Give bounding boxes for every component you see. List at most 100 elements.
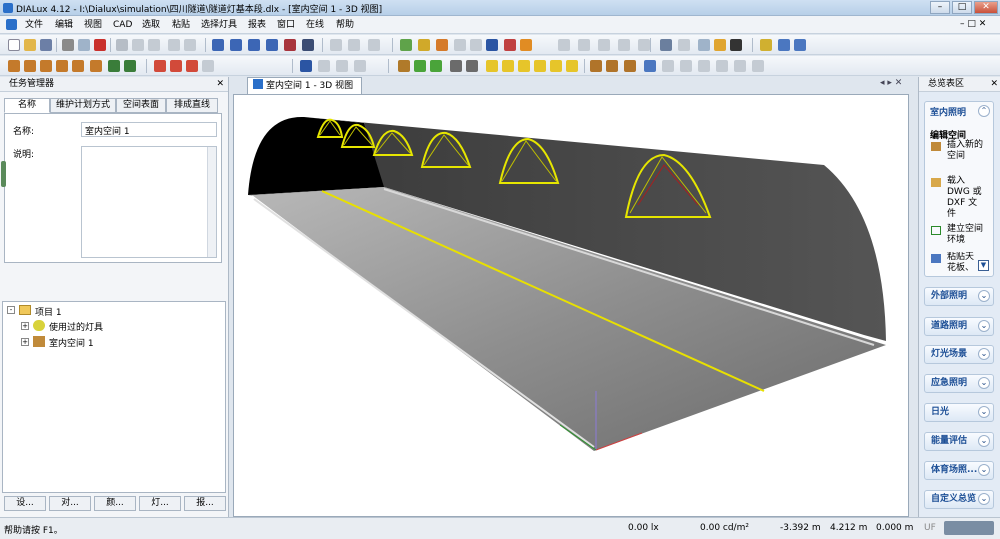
tab-surfaces[interactable]: 空间表面 bbox=[116, 98, 166, 113]
door-icon[interactable] bbox=[466, 60, 478, 72]
tree-icon[interactable] bbox=[430, 60, 442, 72]
menu-report[interactable]: 报表 bbox=[248, 18, 266, 32]
expand-chevron-icon[interactable]: ⌄ bbox=[978, 464, 990, 476]
measure-icon[interactable] bbox=[368, 39, 380, 51]
menu-cad[interactable]: CAD bbox=[113, 18, 132, 32]
overview-close-icon[interactable]: ✕ bbox=[990, 79, 998, 89]
mdi-controls[interactable]: – □ ✕ bbox=[960, 19, 996, 31]
stop-icon[interactable] bbox=[504, 39, 516, 51]
rotate-icon[interactable] bbox=[108, 60, 120, 72]
panel-close-icon[interactable]: ✕ bbox=[216, 79, 224, 89]
false-color-icon[interactable] bbox=[436, 39, 448, 51]
expand-chevron-icon[interactable]: ⌄ bbox=[978, 493, 990, 505]
tab-objects[interactable]: 对... bbox=[49, 496, 91, 511]
save-icon[interactable] bbox=[40, 39, 52, 51]
pdf-icon[interactable] bbox=[94, 39, 106, 51]
expand-chevron-icon[interactable]: ⌄ bbox=[978, 320, 990, 332]
table-icon[interactable] bbox=[590, 60, 602, 72]
grid-icon[interactable] bbox=[454, 39, 466, 51]
align-icon[interactable] bbox=[578, 39, 590, 51]
action-paste-ceiling[interactable]: 粘贴天花板、 bbox=[947, 252, 981, 274]
menu-view[interactable]: 视图 bbox=[84, 18, 102, 32]
furniture-icon[interactable] bbox=[398, 60, 410, 72]
section-daylight[interactable]: 日光 ⌄ bbox=[924, 403, 994, 422]
section-header[interactable]: 室内照明 bbox=[930, 105, 966, 118]
copy-icon[interactable] bbox=[132, 39, 144, 51]
document-icon[interactable] bbox=[6, 19, 17, 30]
expand-chevron-icon[interactable]: ⌄ bbox=[978, 290, 990, 302]
view-nav-controls[interactable]: ◂ ▸ ✕ bbox=[880, 78, 902, 88]
lum-single-icon[interactable] bbox=[202, 60, 214, 72]
undo-icon[interactable] bbox=[168, 39, 180, 51]
expand-chevron-icon[interactable]: ⌄ bbox=[978, 435, 990, 447]
menu-edit[interactable]: 编辑 bbox=[55, 18, 73, 32]
sphere-icon[interactable] bbox=[534, 60, 546, 72]
action-insert-room[interactable]: 插入新的空间 bbox=[947, 140, 983, 162]
luminaire-select-icon[interactable] bbox=[558, 39, 570, 51]
sparkle-icon[interactable] bbox=[760, 39, 772, 51]
walk-icon[interactable] bbox=[354, 60, 366, 72]
tab-setup[interactable]: 设... bbox=[4, 496, 46, 511]
section-custom[interactable]: 自定义总览 ⌄ bbox=[924, 490, 994, 509]
minimize-button[interactable]: – bbox=[930, 1, 950, 14]
pan-icon[interactable] bbox=[318, 60, 330, 72]
room-icon[interactable] bbox=[8, 60, 20, 72]
tile-icon[interactable] bbox=[778, 39, 790, 51]
line-array-icon[interactable] bbox=[618, 39, 630, 51]
close-button[interactable]: ✕ bbox=[974, 1, 998, 14]
cascade-icon[interactable] bbox=[794, 39, 806, 51]
room-polygon-icon[interactable] bbox=[40, 60, 52, 72]
toolbar-options-icon[interactable] bbox=[944, 521, 994, 535]
expand-chevron-icon[interactable]: ⌄ bbox=[978, 348, 990, 360]
section-energy[interactable]: 能量评估 ⌄ bbox=[924, 432, 994, 451]
plant-icon[interactable] bbox=[414, 60, 426, 72]
expand-icon[interactable]: + bbox=[21, 338, 29, 346]
menu-help[interactable]: 帮助 bbox=[336, 18, 354, 32]
array-icon[interactable] bbox=[598, 39, 610, 51]
section-emergency[interactable]: 应急照明 ⌄ bbox=[924, 374, 994, 393]
tab-luminaires[interactable]: 灯... bbox=[139, 496, 181, 511]
polyline-icon[interactable] bbox=[680, 60, 692, 72]
side-view-icon[interactable] bbox=[230, 39, 242, 51]
arc-icon[interactable] bbox=[716, 60, 728, 72]
expand-icon[interactable]: + bbox=[21, 322, 29, 330]
redo-icon[interactable] bbox=[184, 39, 196, 51]
open-icon[interactable] bbox=[24, 39, 36, 51]
cut-icon[interactable] bbox=[116, 39, 128, 51]
paste-icon[interactable] bbox=[148, 39, 160, 51]
render-icon[interactable] bbox=[284, 39, 296, 51]
app-icon[interactable] bbox=[3, 3, 13, 13]
tree-item-project[interactable]: 项目 1 bbox=[35, 305, 62, 318]
texture-icon[interactable] bbox=[470, 39, 482, 51]
report-icon[interactable] bbox=[660, 39, 672, 51]
car-icon[interactable] bbox=[450, 60, 462, 72]
tree-item-room[interactable]: 室内空间 1 bbox=[49, 336, 94, 349]
calculate-icon[interactable] bbox=[520, 39, 532, 51]
name-field[interactable]: 室内空间 1 bbox=[81, 122, 217, 137]
select-icon[interactable] bbox=[300, 60, 312, 72]
section-light-scenes[interactable]: 灯光场景 ⌄ bbox=[924, 345, 994, 364]
zoom-window-icon[interactable] bbox=[348, 39, 360, 51]
maximize-button[interactable]: □ bbox=[952, 1, 972, 14]
key-icon[interactable] bbox=[714, 39, 726, 51]
point-icon[interactable] bbox=[752, 60, 764, 72]
print-preview-icon[interactable] bbox=[78, 39, 90, 51]
view-tab[interactable]: 室内空间 1 - 3D 视图 bbox=[247, 77, 362, 94]
section-sports[interactable]: 体育场照... ⌄ bbox=[924, 461, 994, 480]
menu-select-luminaire[interactable]: 选择灯具 bbox=[201, 18, 237, 32]
column-icon[interactable] bbox=[566, 60, 578, 72]
description-scrollbar[interactable] bbox=[207, 147, 216, 257]
action-build-room[interactable]: 建立空间环境 bbox=[947, 224, 985, 246]
circle-array-icon[interactable] bbox=[638, 39, 650, 51]
menu-paste[interactable]: 粘贴 bbox=[172, 18, 190, 32]
section-road[interactable]: 道路照明 ⌄ bbox=[924, 317, 994, 336]
front-view-icon[interactable] bbox=[248, 39, 260, 51]
tab-align[interactable]: 排成直线 bbox=[166, 98, 218, 113]
output-icon[interactable] bbox=[678, 39, 690, 51]
menu-select[interactable]: 选取 bbox=[142, 18, 160, 32]
floor-plan-icon[interactable] bbox=[212, 39, 224, 51]
move-icon[interactable] bbox=[124, 60, 136, 72]
light-distribution-icon[interactable] bbox=[486, 39, 498, 51]
menu-file[interactable]: 文件 bbox=[25, 18, 43, 32]
page-icon[interactable] bbox=[698, 39, 710, 51]
